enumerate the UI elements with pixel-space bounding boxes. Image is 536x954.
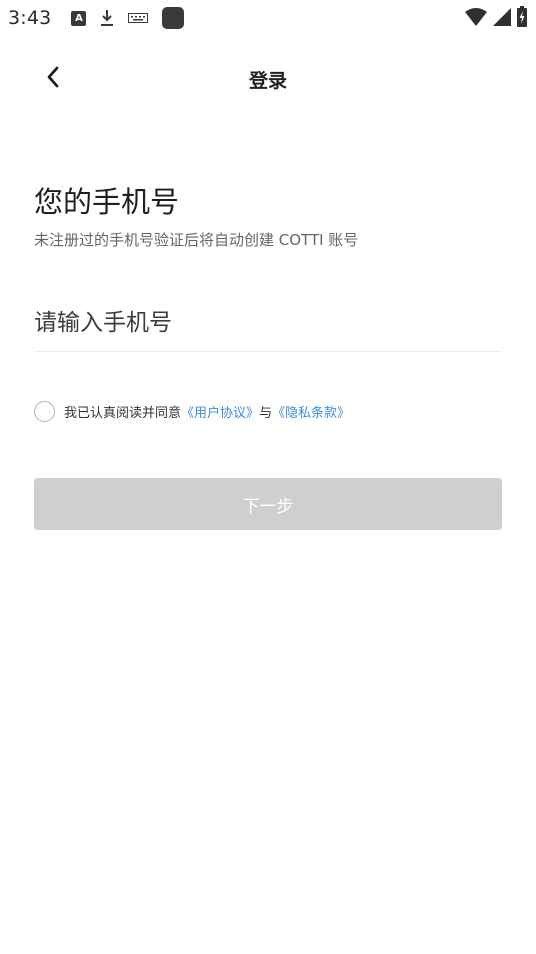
privacy-policy-link[interactable]: 《隐私条款》 bbox=[272, 406, 350, 421]
keyboard-icon bbox=[128, 13, 149, 23]
status-left-icons: A bbox=[71, 7, 185, 29]
status-time: 3:43 bbox=[8, 7, 52, 29]
phone-heading: 您的手机号 bbox=[34, 185, 180, 219]
login-page: 3:43 A 登录 您的手机号 未注册过的手机号验证后将自动创建 COTTI 账… bbox=[0, 0, 536, 954]
wifi-icon bbox=[465, 8, 487, 26]
a-notification-letter: A bbox=[75, 12, 83, 24]
agreement-connector: 与 bbox=[259, 406, 273, 421]
phone-subheading: 未注册过的手机号验证后将自动创建 COTTI 账号 bbox=[34, 231, 359, 249]
page-title: 登录 bbox=[248, 70, 287, 92]
app-square-icon bbox=[162, 7, 185, 29]
phone-number-input[interactable] bbox=[34, 300, 502, 352]
agreement-text: 我已认真阅读并同意《用户协议》与《隐私条款》 bbox=[64, 402, 350, 421]
download-icon bbox=[101, 10, 114, 26]
next-button[interactable]: 下一步 bbox=[34, 478, 502, 530]
signal-icon bbox=[493, 8, 511, 26]
agreement-checkbox[interactable] bbox=[34, 401, 55, 422]
status-right-icons bbox=[464, 6, 528, 28]
user-agreement-link[interactable]: 《用户协议》 bbox=[181, 406, 259, 421]
agreement-row: 我已认真阅读并同意《用户协议》与《隐私条款》 bbox=[34, 401, 350, 422]
agreement-prefix: 我已认真阅读并同意 bbox=[64, 406, 182, 421]
a-notification-icon: A bbox=[71, 10, 87, 26]
status-bar: 3:43 A bbox=[0, 0, 536, 36]
battery-charging-icon bbox=[517, 6, 527, 27]
